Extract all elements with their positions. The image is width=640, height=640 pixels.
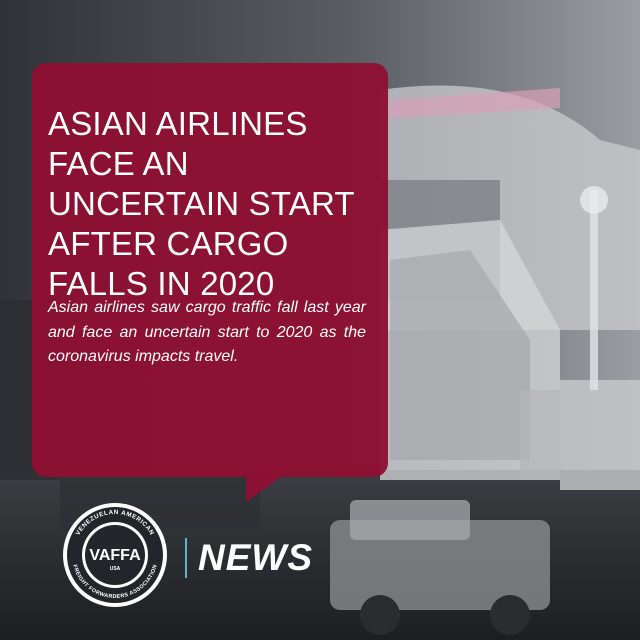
logo-divider xyxy=(185,538,187,578)
logo-wordmark: VAFFA xyxy=(89,547,141,564)
headline-line: ASIAN AIRLINES xyxy=(48,105,308,142)
headline-line: UNCERTAIN START xyxy=(48,185,355,222)
headline: ASIAN AIRLINES FACE AN UNCERTAIN START A… xyxy=(48,104,368,304)
news-label: NEWS xyxy=(198,537,313,578)
headline-line: AFTER CARGO xyxy=(48,225,289,262)
card-speech-tail xyxy=(246,476,282,502)
logo-subtext: USA xyxy=(110,566,121,572)
vaffa-logo: VENEZUELAN AMERICAN FREIGHT FORWARDERS A… xyxy=(63,503,167,607)
headline-line: FACE AN xyxy=(48,145,189,182)
article-summary: Asian airlines saw cargo traffic fall la… xyxy=(48,299,366,365)
